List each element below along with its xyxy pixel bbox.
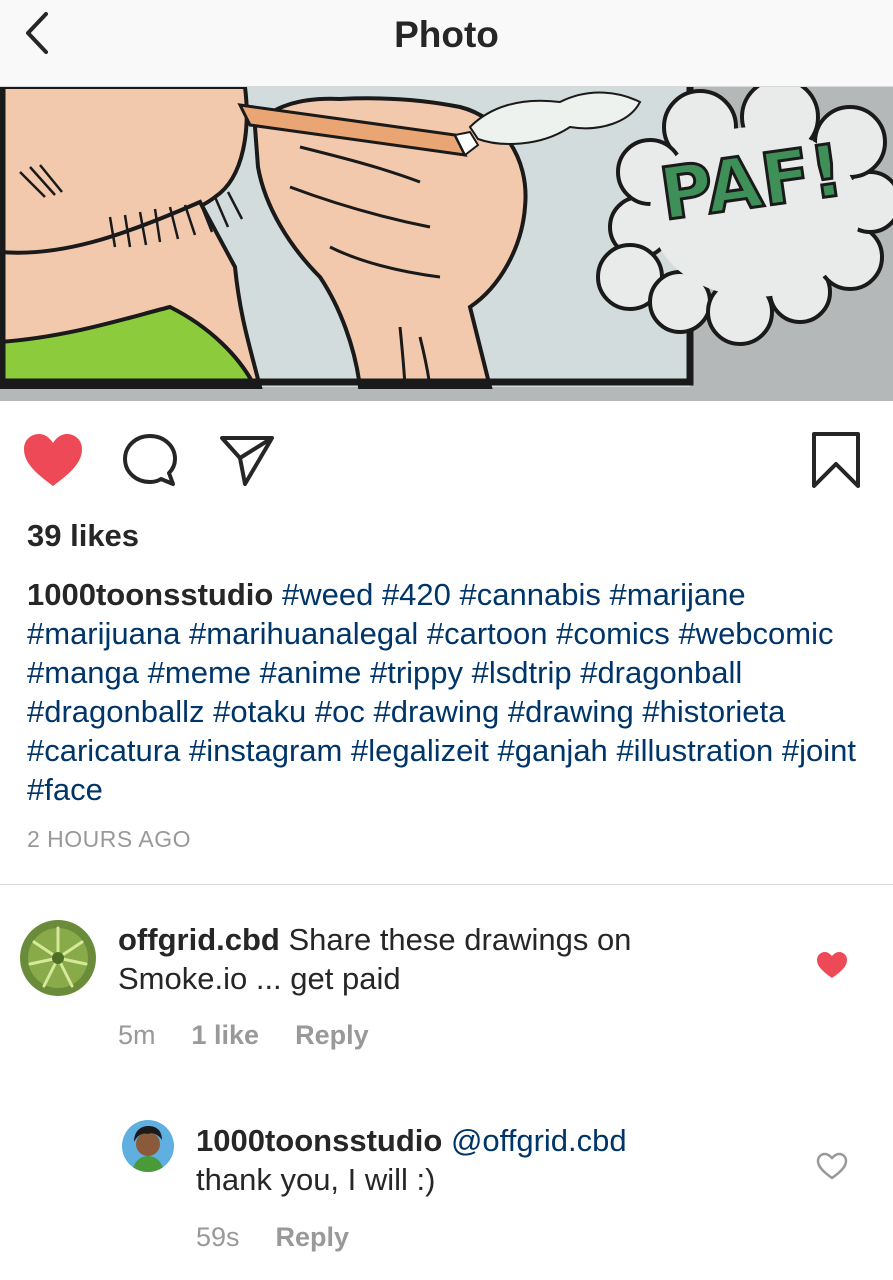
hashtag-link[interactable]: #instagram [189,733,342,768]
page-title: Photo [394,14,499,55]
hashtag-link[interactable]: #drawing [373,694,499,729]
hashtag-link[interactable]: #webcomic [678,616,833,651]
hashtag-link[interactable]: #comics [556,616,670,651]
like-button[interactable] [22,432,84,493]
hashtag-link[interactable]: #joint [782,733,856,768]
divider [0,884,893,885]
hashtag-link[interactable]: #caricatura [27,733,180,768]
hashtag-link[interactable]: #face [27,772,103,807]
comment-username[interactable]: 1000toonsstudio [196,1123,442,1158]
reply-button[interactable]: Reply [276,1222,350,1252]
comment-body: 1000toonsstudio @offgrid.cbd thank you, … [196,1121,796,1199]
comment-time: 59s [196,1222,240,1252]
heart-outline-icon [816,1152,848,1180]
hashtag-link[interactable]: #cartoon [427,616,548,651]
hashtag-link[interactable]: #marihuanalegal [189,616,418,651]
comment-likes[interactable]: 1 like [192,1020,260,1050]
hashtag-link[interactable]: #marijane [610,577,746,612]
hashtag-link[interactable]: #illustration [616,733,773,768]
cannabis-avatar-image [20,920,96,996]
hashtag-link[interactable]: #trippy [370,655,463,690]
heart-filled-icon [24,434,82,486]
post-caption: 1000toonsstudio #weed #420 #cannabis #ma… [27,575,862,809]
hashtag-link[interactable]: #lsdtrip [472,655,572,690]
hashtag-link[interactable]: #420 [382,577,451,612]
hashtag-link[interactable]: #weed [282,577,373,612]
comment-like-button[interactable] [816,1152,848,1185]
comment-time: 5m [118,1020,156,1050]
avatar[interactable] [20,920,96,996]
comment-mention[interactable]: @offgrid.cbd [451,1123,627,1158]
comment-like-button[interactable] [816,951,848,984]
hashtag-link[interactable]: #historieta [642,694,785,729]
avatar[interactable] [122,1120,174,1172]
comment-meta: 5m 1 like Reply [118,1020,405,1051]
heart-filled-icon [817,952,847,978]
hashtag-link[interactable]: #oc [315,694,365,729]
nav-header: Photo [0,0,893,87]
comment-text: thank you, I will :) [196,1162,436,1197]
paper-plane-icon [220,436,274,486]
action-bar [0,420,893,500]
hashtag-link[interactable]: #dragonball [580,655,742,690]
comment-username[interactable]: offgrid.cbd [118,922,280,957]
post-photo[interactable]: PAF! [0,87,893,401]
reply-button[interactable]: Reply [295,1020,369,1050]
hashtag-link[interactable]: #ganjah [497,733,607,768]
save-button[interactable] [808,430,864,495]
caption-username[interactable]: 1000toonsstudio [27,577,273,612]
comment-meta: 59s Reply [196,1222,385,1253]
comment-button[interactable] [120,432,180,493]
hashtag-link[interactable]: #manga [27,655,139,690]
hashtag-link[interactable]: #otaku [213,694,306,729]
post-timestamp: 2 HOURS AGO [27,826,191,852]
comment-body: offgrid.cbd Share these drawings on Smok… [118,920,758,998]
cartoon-avatar-image [122,1120,174,1172]
hashtag-link[interactable]: #cannabis [460,577,601,612]
hashtag-link[interactable]: #legalizeit [351,733,489,768]
hashtag-link[interactable]: #marijuana [27,616,180,651]
hashtag-link[interactable]: #drawing [508,694,634,729]
hashtag-link[interactable]: #dragonballz [27,694,205,729]
hashtag-link[interactable]: #meme [148,655,251,690]
likes-count[interactable]: 39 likes [27,518,139,554]
comment-icon [123,434,177,486]
comic-illustration: PAF! [0,87,893,401]
hashtag-link[interactable]: #anime [260,655,362,690]
bookmark-icon [812,432,860,488]
share-button[interactable] [218,432,276,493]
